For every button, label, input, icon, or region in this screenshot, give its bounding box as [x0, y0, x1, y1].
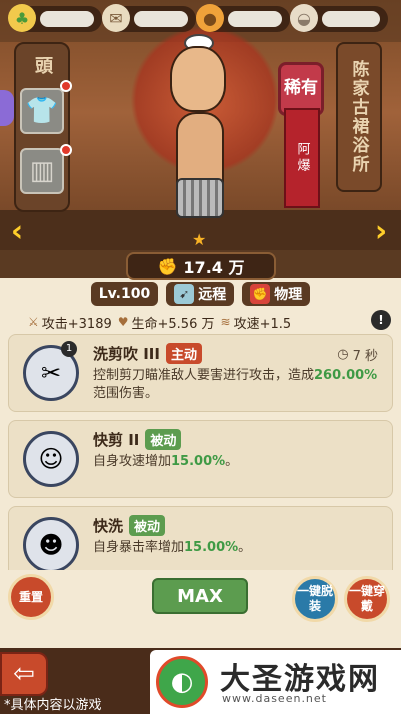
- fist-icon: ✊: [250, 284, 271, 304]
- pants-icon: ▥: [29, 156, 55, 186]
- skill-card[interactable]: ☺ 快剪 II 被动 自身攻速增加15.00%。: [8, 420, 393, 498]
- health-stat: ♥ 生命+5.56 万: [118, 313, 215, 332]
- unequip-all-button[interactable]: 一键脱装: [292, 576, 338, 622]
- skill-description: 自身攻速增加15.00%。: [93, 454, 239, 469]
- skill-card[interactable]: ☻ 快洗 被动 自身暴击率增加15.00%。: [8, 506, 393, 570]
- side-menu-tab[interactable]: [0, 90, 14, 126]
- clock-icon: ◷: [337, 347, 349, 362]
- wing-icon: ≋: [220, 315, 231, 329]
- cooldown-value: 7 秒: [352, 349, 378, 364]
- power-display: ✊ 17.4 万: [126, 252, 276, 280]
- fist-icon: ✊: [157, 256, 178, 276]
- prev-character-arrow[interactable]: ‹: [6, 216, 28, 248]
- skill-list[interactable]: ✂ 1 洗剪吹 III 主动 ◷ 7 秒 控制剪刀瞄准敌人要害进行攻击，造成260.…: [8, 334, 393, 570]
- resource-bar-4[interactable]: ◒: [290, 4, 388, 32]
- level-tag: Lv.100: [90, 282, 159, 306]
- pants-slot[interactable]: ▥: [20, 148, 64, 194]
- sword-icon: ⚔: [28, 315, 39, 329]
- footer-note: *具体内容以游戏: [4, 698, 102, 713]
- damage-tag: ✊ 物理: [242, 282, 311, 306]
- tags-row: Lv.100 ➹ 远程 ✊ 物理: [0, 282, 401, 308]
- hairwash-icon: ☻: [23, 517, 79, 570]
- shop-banner: 陈家古裙浴所: [336, 42, 382, 192]
- skill-name: 快洗: [93, 517, 124, 535]
- skill-type-badge: 主动: [165, 343, 202, 364]
- clover-coin-icon: ♣: [8, 4, 36, 32]
- shirt-slot[interactable]: 👕: [20, 88, 64, 134]
- character-head: [170, 46, 226, 112]
- resource-value: [40, 11, 94, 27]
- bow-icon: ➹: [174, 284, 195, 304]
- character-name: 阿爆: [284, 108, 320, 208]
- skill-card[interactable]: ✂ 1 洗剪吹 III 主动 ◷ 7 秒 控制剪刀瞄准敌人要害进行攻击，造成260.…: [8, 334, 393, 412]
- info-icon[interactable]: !: [371, 310, 391, 330]
- shirt-icon: 👕: [25, 96, 59, 126]
- power-value: 17.4 万: [183, 258, 245, 277]
- stats-row: ⚔ 攻击+3189 ♥ 生命+5.56 万 ≋ 攻速+1.5: [28, 312, 393, 332]
- back-button[interactable]: ⇦: [0, 652, 48, 696]
- skill-title: 快剪 II 被动: [93, 429, 182, 450]
- character-shorts: [176, 178, 224, 218]
- skill-name: 洗剪吹 III: [93, 345, 160, 363]
- speed-value: 攻速+1.5: [233, 316, 292, 332]
- skill-level-badge: 1: [61, 341, 77, 357]
- speed-stat: ≋ 攻速+1.5: [221, 313, 292, 332]
- cooldown: ◷ 7 秒: [337, 345, 378, 364]
- bun-icon: ◒: [290, 4, 318, 32]
- skill-description: 控制剪刀瞄准敌人要害进行攻击，造成260.00%范围伤害。: [93, 368, 378, 401]
- skill-name: 快剪 II: [93, 431, 140, 449]
- reset-button[interactable]: 重置: [8, 574, 54, 620]
- watermark-url: www.daseen.net: [222, 692, 327, 705]
- notification-dot: [60, 80, 72, 92]
- skill-title: 洗剪吹 III 主动: [93, 343, 202, 364]
- star-icon: ★: [192, 230, 207, 249]
- scroll-icon: ✉: [102, 4, 130, 32]
- range-tag: ➹ 远程: [166, 282, 235, 306]
- damage-label: 物理: [274, 287, 303, 303]
- resource-bar-1[interactable]: ♣: [8, 4, 102, 32]
- skill-type-badge: 被动: [145, 429, 182, 450]
- next-character-arrow[interactable]: ›: [370, 216, 392, 248]
- equipment-tag: 頭: [35, 56, 53, 77]
- equip-all-button[interactable]: 一键穿戴: [344, 576, 390, 622]
- health-value: 生命+5.56 万: [131, 316, 215, 332]
- skill-title: 快洗 被动: [93, 515, 166, 536]
- skill-type-badge: 被动: [129, 515, 166, 536]
- equipment-panel: 頭 👕 ▥: [14, 42, 70, 212]
- resource-value: [228, 11, 282, 27]
- skill-description: 自身暴击率增加15.00%。: [93, 540, 252, 555]
- max-button[interactable]: MAX: [152, 578, 248, 614]
- level-label: Lv.100: [98, 286, 151, 302]
- resource-value: [322, 11, 380, 27]
- heart-icon: ♥: [117, 315, 129, 329]
- watermark: ◐ 大圣游戏网 www.daseen.net: [150, 650, 401, 714]
- notification-dot: [60, 144, 72, 156]
- resource-value: [134, 11, 188, 27]
- character-portrait[interactable]: [140, 28, 260, 238]
- site-logo-icon: ◐: [156, 656, 208, 708]
- back-arrow-icon: ⇦: [13, 659, 35, 689]
- attack-stat: ⚔ 攻击+3189: [28, 313, 112, 332]
- haircut-icon: ☺: [23, 431, 79, 487]
- attack-value: 攻击+3189: [41, 316, 112, 332]
- range-label: 远程: [198, 287, 227, 303]
